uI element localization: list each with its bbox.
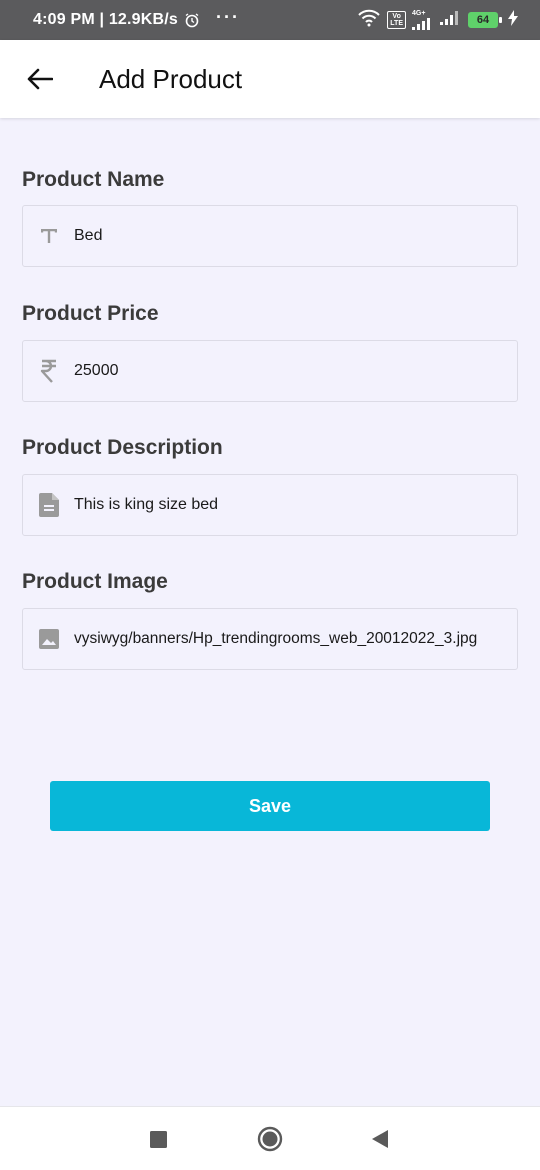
square-icon	[149, 1130, 167, 1148]
alarm-icon	[184, 12, 200, 28]
recent-apps-button[interactable]	[148, 1129, 168, 1149]
product-description-field[interactable]	[22, 474, 518, 536]
save-button[interactable]: Save	[50, 781, 490, 831]
product-image-input[interactable]	[74, 630, 514, 648]
product-price-field[interactable]	[22, 340, 518, 402]
product-name-input[interactable]	[74, 227, 514, 245]
product-image-field[interactable]	[22, 608, 518, 670]
home-button[interactable]	[256, 1125, 284, 1153]
app-bar: Add Product	[0, 40, 540, 118]
circle-icon	[257, 1126, 283, 1152]
field-label-product-price: Product Price	[22, 302, 159, 325]
text-t-icon	[37, 224, 61, 248]
back-nav-button[interactable]	[370, 1129, 390, 1149]
more-notifications-icon: ···	[216, 7, 241, 27]
rupee-icon	[37, 359, 61, 383]
page-title: Add Product	[99, 63, 243, 94]
signal-4g-icon: 4G+	[412, 10, 434, 30]
status-icons: Vo LTE 4G+ 64	[357, 9, 518, 32]
signal-icon	[440, 10, 462, 30]
status-bar: 4:09 PM | 12.9KB/s ··· Vo LTE 4G+ 64	[0, 0, 540, 40]
product-name-field[interactable]	[22, 205, 518, 267]
battery-icon: 64	[468, 12, 502, 28]
image-icon	[37, 627, 61, 651]
triangle-back-icon	[372, 1130, 388, 1148]
volte-icon: Vo LTE	[387, 11, 406, 29]
document-icon	[37, 493, 61, 517]
product-description-input[interactable]	[74, 496, 514, 514]
field-label-product-description: Product Description	[22, 436, 223, 459]
field-label-product-image: Product Image	[22, 570, 168, 593]
product-price-input[interactable]	[74, 362, 514, 380]
system-nav-bar	[0, 1106, 540, 1170]
back-button[interactable]	[20, 59, 60, 99]
battery-level: 64	[468, 12, 498, 28]
field-label-product-name: Product Name	[22, 168, 165, 191]
charging-icon	[508, 9, 518, 31]
wifi-icon	[357, 9, 381, 32]
arrow-back-icon	[27, 68, 53, 90]
status-time: 4:09 PM | 12.9KB/s	[33, 11, 179, 28]
